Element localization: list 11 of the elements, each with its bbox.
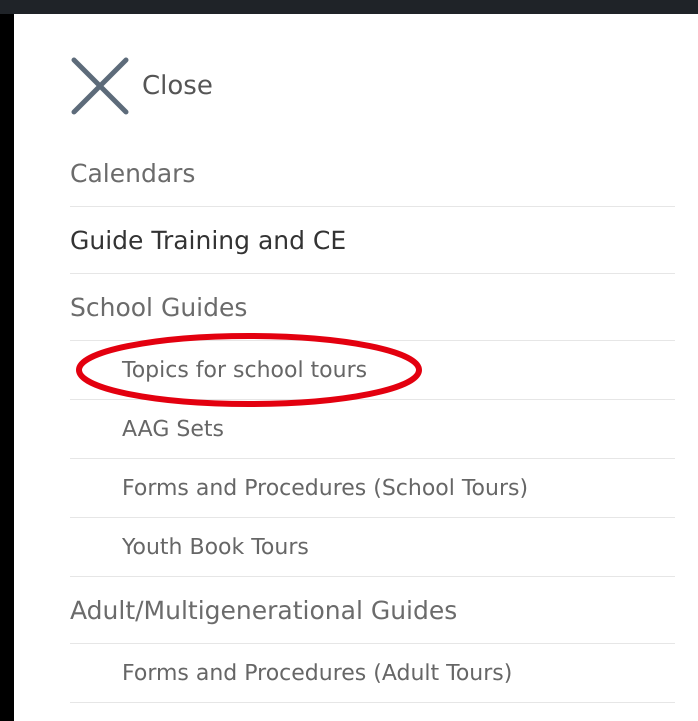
menu-item[interactable]: Adult/Multigenerational Guides (70, 577, 675, 644)
submenu-item[interactable]: Forms and Procedures (Adult Tours) (70, 644, 675, 703)
menu-item[interactable]: Calendars (70, 140, 675, 207)
submenu-item[interactable]: Youth Book Tours (70, 518, 675, 577)
submenu-item[interactable]: AAG Sets (70, 400, 675, 459)
menu-item[interactable]: School Guides (70, 274, 675, 341)
submenu-item[interactable]: Forms and Procedures (School Tours) (70, 459, 675, 518)
submenu-item[interactable]: Topics for school tours (70, 341, 675, 400)
close-button[interactable]: Close (70, 56, 213, 116)
close-icon (70, 56, 130, 116)
menu-item[interactable]: Guide Training and CE (70, 207, 675, 274)
